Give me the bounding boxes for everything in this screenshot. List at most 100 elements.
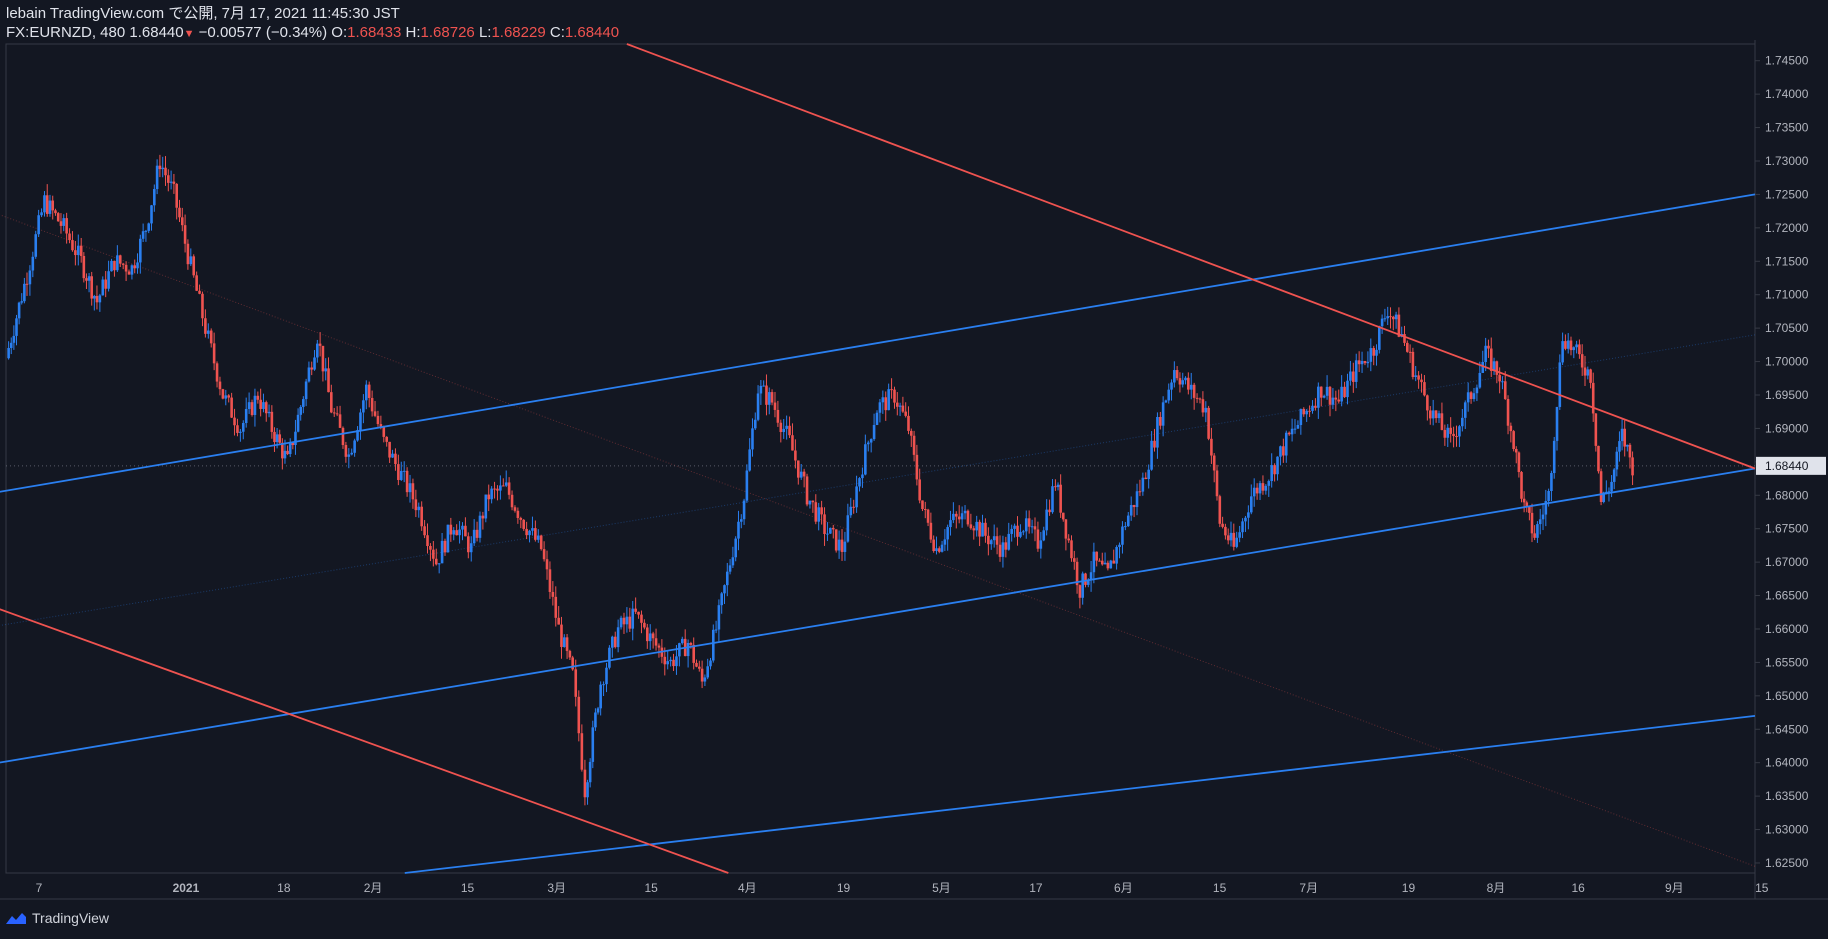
candle [918,468,921,504]
candle-body [359,412,362,431]
candle-body [861,474,864,479]
candle [362,394,365,424]
candle [654,628,658,651]
candle-body [56,213,60,222]
candle-body [399,470,403,480]
candle-body [513,507,517,511]
candle [1007,522,1011,551]
candle [616,619,620,653]
candle [17,301,21,325]
candle-body [273,431,276,443]
candle-body [651,633,655,639]
candle [1589,368,1592,389]
middle-channel-line[interactable] [0,467,1756,764]
candle [1276,456,1279,481]
candle-body [1586,369,1590,376]
candle [1241,518,1244,539]
candle [586,779,589,805]
candle [1045,499,1048,536]
candle [799,464,803,480]
candle-body [212,343,216,364]
candle [1337,389,1341,404]
y-tick-label: 1.72000 [1765,221,1809,235]
y-tick-label: 1.64000 [1765,756,1809,770]
candle [984,518,987,543]
candle [904,402,907,418]
candle-body [1569,340,1573,351]
candle-body [1070,540,1073,559]
candle-body [776,409,780,423]
candle-body [1541,514,1545,520]
candle-body [1267,481,1271,486]
candle-body [7,347,10,359]
candle-body [440,540,444,564]
candle-body [887,389,890,411]
candle-body [1314,405,1317,408]
candle [215,361,219,388]
candle [1572,346,1576,359]
candle-body [622,617,626,625]
candle-body [1296,425,1300,429]
candle-body [71,240,74,251]
y-tick-label: 1.74500 [1765,54,1809,68]
candle [1615,446,1619,477]
candle-body [82,255,86,279]
candle-body [881,397,885,403]
candle-body [493,488,496,490]
candle [1121,521,1124,554]
candle-body [1547,490,1550,501]
footer-brand[interactable]: TradingView [32,910,109,926]
candle [116,245,119,272]
candle-body [1232,532,1236,547]
candle [1293,419,1297,434]
candle-body [510,494,514,508]
candle-body [698,666,701,669]
candle [1561,332,1564,366]
candle [692,637,696,670]
candle [294,419,297,455]
candle [54,208,57,216]
candle [1440,402,1444,431]
candle-body [1564,341,1567,349]
candle [304,378,308,407]
lower-descending-line[interactable] [0,608,729,874]
candle-body [1207,407,1210,439]
candle-body [302,399,305,407]
candle [926,508,930,527]
candle [233,408,236,436]
candle-body [1098,560,1101,562]
candle [472,519,476,546]
candle [596,706,600,715]
candle-body [1501,381,1504,383]
candle [1575,340,1578,354]
candle-body [646,627,649,642]
candle [432,540,435,567]
candle-body [1578,344,1581,355]
candle-body [1363,360,1367,364]
candle [1081,571,1084,605]
candle [1411,347,1415,380]
candle-body [484,494,488,519]
candle [414,489,418,518]
lower-channel-line[interactable] [404,714,1756,874]
candle [1541,503,1545,531]
candle-body [113,260,116,271]
x-tick-label: 2月 [364,881,383,895]
candle [522,519,526,531]
candle-body [1322,395,1326,398]
candle-body [1042,530,1046,541]
upper-descending-line[interactable] [626,43,1756,470]
candle [1089,560,1093,592]
candle-body [1187,377,1190,390]
candle-body [596,708,600,713]
candle [107,260,110,292]
candle-body [28,270,32,285]
candle-body [1375,349,1378,356]
candle [849,497,853,518]
price-chart[interactable]: 1.74500 1.74000 1.73500 1.73000 1.72500 1.720… [0,0,1828,939]
candle [440,532,444,564]
candle-body [1597,445,1600,472]
candle [335,406,339,417]
candle [531,516,534,536]
candle-body [1599,471,1603,502]
